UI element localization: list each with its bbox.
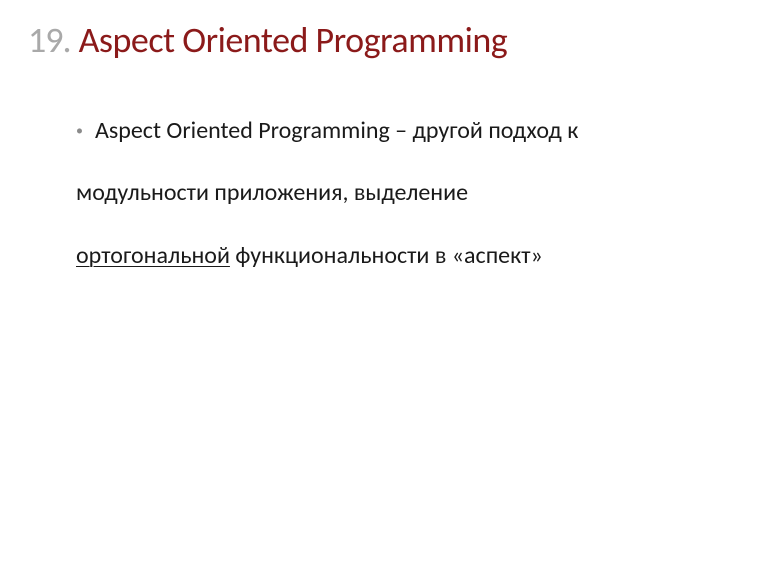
body-line-3-rest: функциональности в «аспект» <box>230 241 543 270</box>
body-line-3: ортогональной функциональности в «аспект… <box>76 225 700 287</box>
title-row: 19. Aspect Oriented Programming <box>28 18 740 62</box>
bullet-item: • Aspect Oriented Programming – другой п… <box>76 100 700 162</box>
bullet-marker-icon: • <box>76 113 83 149</box>
slide-number: 19. <box>28 18 71 62</box>
body-line-2: модульности приложения, выделение <box>76 162 700 224</box>
body-line-1: Aspect Oriented Programming – другой под… <box>95 100 578 162</box>
slide-container: 19. Aspect Oriented Programming • Aspect… <box>0 0 768 305</box>
slide-content: • Aspect Oriented Programming – другой п… <box>28 100 740 287</box>
underlined-word: ортогональной <box>76 241 230 270</box>
slide-title: Aspect Oriented Programming <box>79 18 508 62</box>
